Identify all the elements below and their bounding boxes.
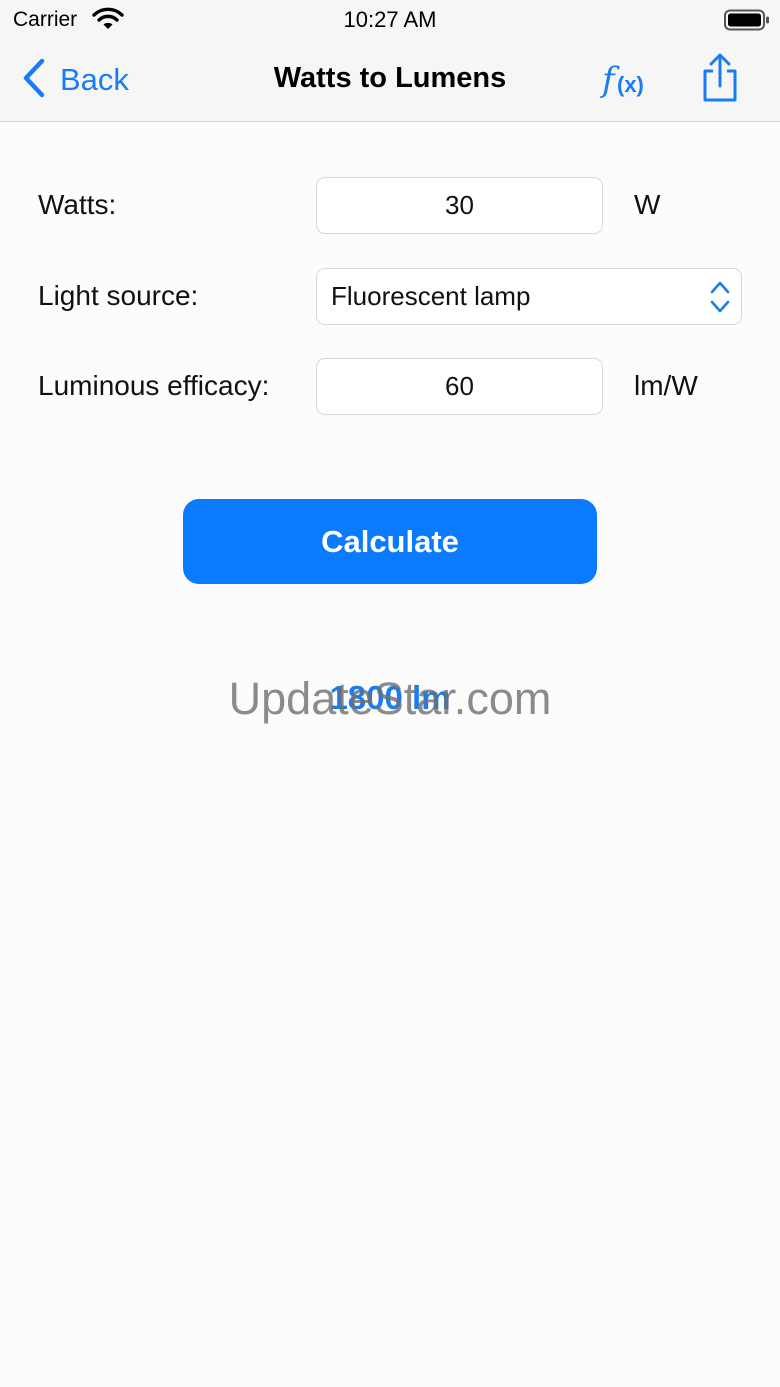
result-value: 1800 lm [329,679,451,716]
share-icon [700,53,740,107]
navigation-bar: Back Watts to Lumens f (x) [0,40,780,122]
watts-value: 30 [445,190,474,220]
battery-icon [724,9,770,36]
watts-label: Watts: [38,189,117,220]
luminous-efficacy-unit: lm/W [634,370,698,401]
back-label: Back [60,62,129,97]
luminous-efficacy-value: 60 [445,371,474,401]
luminous-efficacy-label: Luminous efficacy: [38,370,270,401]
back-button[interactable]: Back [22,58,129,102]
watts-unit: W [634,189,661,220]
light-source-label: Light source: [38,280,199,311]
share-button[interactable] [700,53,740,103]
calculate-label: Calculate [321,523,459,559]
status-bar: Carrier 10:27 AM [0,0,780,40]
formula-button[interactable]: f (x) [598,60,648,102]
light-source-select[interactable]: Fluorescent lamp [316,268,742,325]
chevron-up-down-icon [709,280,731,321]
calculate-button[interactable]: Calculate [183,499,597,584]
chevron-left-icon [22,58,46,103]
watts-input[interactable]: 30 [316,177,603,234]
luminous-efficacy-input[interactable]: 60 [316,358,603,415]
clock: 10:27 AM [343,7,437,32]
light-source-value: Fluorescent lamp [331,281,531,311]
